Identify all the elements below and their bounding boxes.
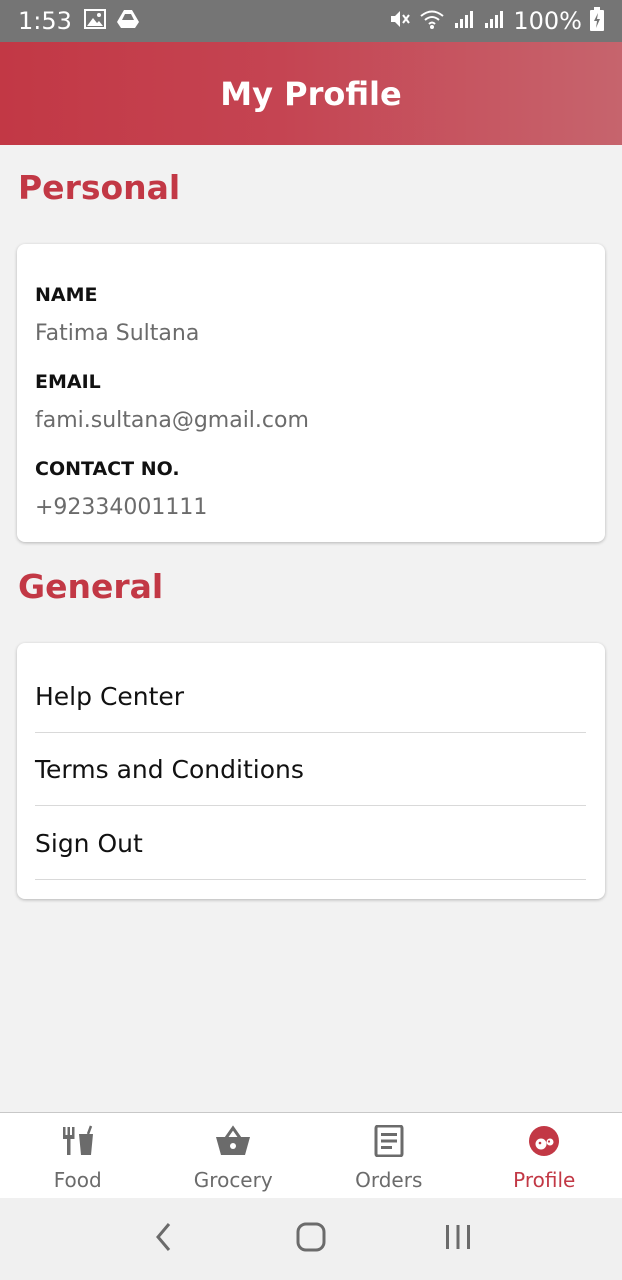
nav-food-label: Food: [53, 1168, 102, 1192]
name-label: NAME: [35, 284, 98, 306]
help-center-item[interactable]: Help Center: [35, 660, 586, 733]
nav-grocery-label: Grocery: [193, 1168, 273, 1192]
app-header: My Profile: [0, 42, 622, 145]
general-section-title: General: [18, 567, 164, 606]
nav-orders[interactable]: Orders: [311, 1113, 467, 1198]
nav-food[interactable]: Food: [0, 1113, 156, 1198]
profile-face-icon: [526, 1125, 562, 1162]
sign-out-item[interactable]: Sign Out: [35, 807, 586, 880]
back-button[interactable]: [134, 1209, 194, 1269]
basket-icon: [215, 1125, 251, 1162]
home-icon: [296, 1222, 326, 1257]
personal-info-card: NAME Fatima Sultana EMAIL fami.sultana@g…: [17, 244, 605, 542]
status-bar: 1:53 100%: [0, 0, 622, 42]
recents-button[interactable]: [428, 1209, 488, 1269]
fork-cup-icon: [60, 1125, 96, 1162]
nav-profile[interactable]: Profile: [467, 1113, 622, 1198]
system-nav-bar: [0, 1198, 622, 1280]
signal-icon: [483, 8, 505, 35]
nav-profile-label: Profile: [513, 1168, 576, 1192]
contact-value: +92334001111: [35, 495, 208, 520]
name-value: Fatima Sultana: [35, 321, 200, 346]
image-icon: [83, 8, 106, 34]
wifi-icon: [419, 8, 445, 35]
status-time: 1:53: [18, 7, 72, 35]
back-chevron-icon: [154, 1221, 174, 1258]
nav-grocery[interactable]: Grocery: [156, 1113, 312, 1198]
drive-icon: [116, 9, 140, 34]
email-label: EMAIL: [35, 371, 101, 393]
status-right-icons: 100%: [389, 6, 604, 36]
battery-percent: 100%: [513, 7, 582, 35]
bottom-nav: Food Grocery Orders Profile: [0, 1112, 622, 1198]
receipt-icon: [371, 1124, 407, 1162]
terms-and-conditions-item[interactable]: Terms and Conditions: [35, 733, 586, 806]
home-button[interactable]: [281, 1209, 341, 1269]
general-menu-card: Help Center Terms and Conditions Sign Ou…: [17, 643, 605, 899]
status-left-icons: [83, 8, 140, 34]
signal-icon: [453, 8, 475, 35]
recents-icon: [444, 1223, 472, 1256]
mute-icon: [389, 8, 411, 35]
email-value: fami.sultana@gmail.com: [35, 408, 309, 433]
personal-section-title: Personal: [18, 168, 181, 207]
page-title: My Profile: [220, 74, 402, 113]
contact-label: CONTACT NO.: [35, 458, 180, 480]
nav-orders-label: Orders: [355, 1168, 423, 1192]
battery-charging-icon: [590, 6, 604, 36]
